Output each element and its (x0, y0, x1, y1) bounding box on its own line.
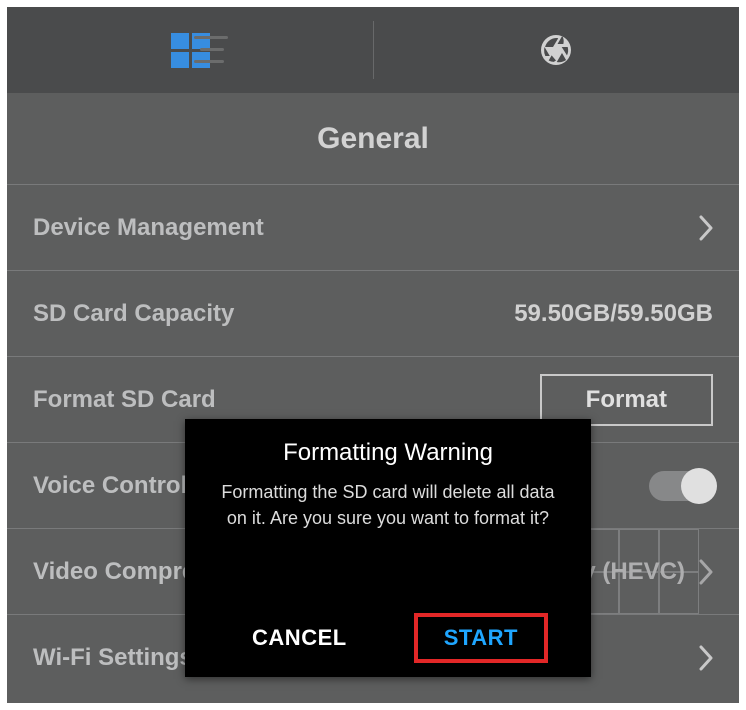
grid-icon (171, 33, 210, 68)
row-label: SD Card Capacity (33, 300, 234, 328)
row-right (685, 215, 713, 241)
dialog-title: Formatting Warning (207, 439, 569, 467)
chevron-right-icon (699, 215, 713, 241)
row-right: y (HEVC) (582, 558, 713, 586)
row-label: Wi-Fi Settings (33, 644, 193, 672)
section-title-text: General (317, 122, 429, 156)
row-sd-card-capacity: SD Card Capacity 59.50GB/59.50GB (7, 271, 739, 357)
chevron-right-icon (699, 645, 713, 671)
tab-bar (7, 7, 739, 93)
tab-grid[interactable] (7, 7, 373, 93)
video-compression-value: y (HEVC) (582, 558, 685, 586)
row-label: Format SD Card (33, 386, 216, 414)
start-button[interactable]: START (414, 613, 548, 663)
frame: General Device Management SD Card Capaci… (0, 0, 746, 710)
tab-camera[interactable] (373, 7, 739, 93)
section-title-general: General (7, 93, 739, 185)
dialog-actions: CANCEL START (185, 613, 591, 663)
toggle-knob (681, 468, 717, 504)
row-label: Voice Control (33, 472, 187, 500)
row-right (685, 645, 713, 671)
app: General Device Management SD Card Capaci… (7, 7, 739, 703)
aperture-icon (538, 32, 574, 68)
row-label: Device Management (33, 214, 264, 242)
dialog-body: Formatting the SD card will delete all d… (207, 479, 569, 531)
cancel-button[interactable]: CANCEL (228, 615, 371, 661)
sd-capacity-value: 59.50GB/59.50GB (514, 300, 713, 328)
voice-control-toggle[interactable] (649, 471, 713, 501)
row-device-management[interactable]: Device Management (7, 185, 739, 271)
chevron-right-icon (699, 559, 713, 585)
format-button[interactable]: Format (540, 374, 713, 426)
formatting-warning-dialog: Formatting Warning Formatting the SD car… (185, 419, 591, 677)
